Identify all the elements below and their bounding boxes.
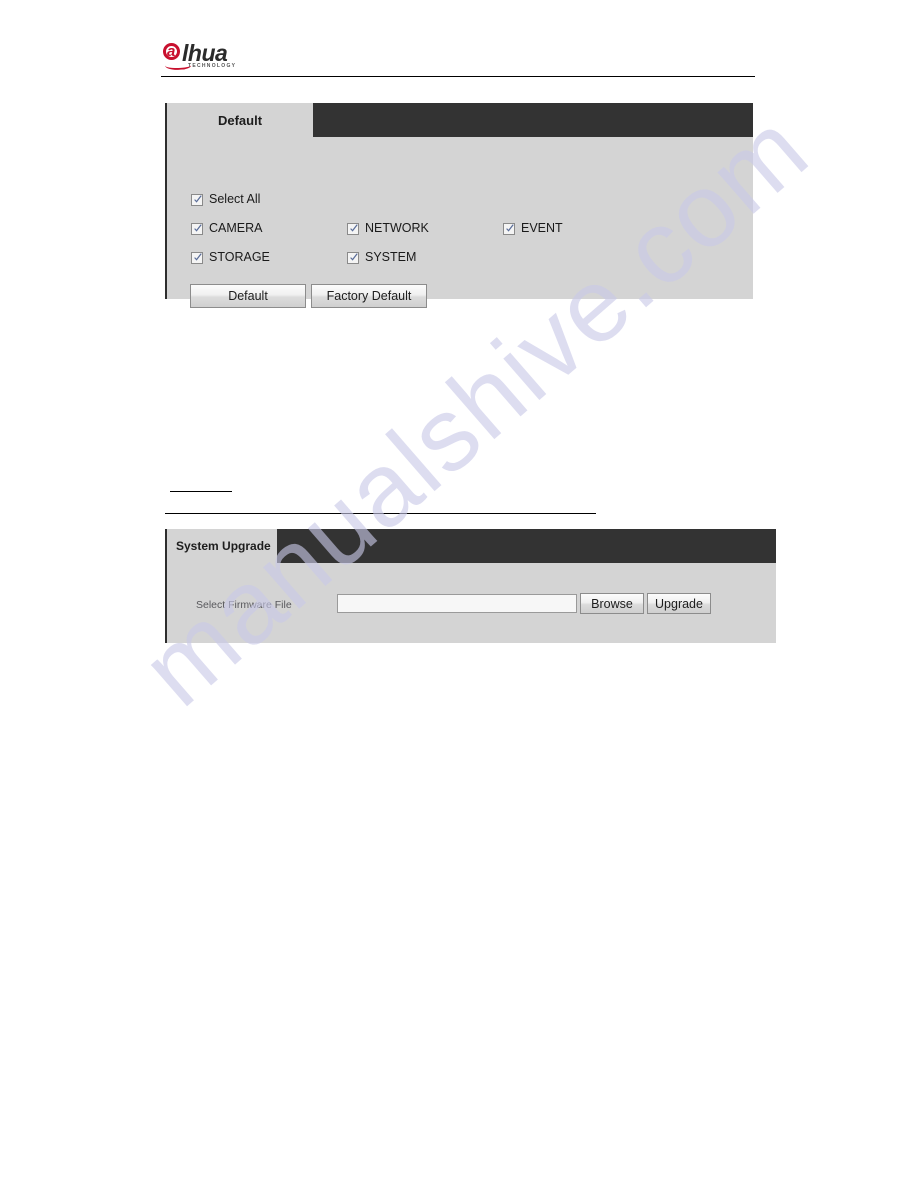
browse-button[interactable]: Browse bbox=[580, 593, 644, 614]
default-button[interactable]: Default bbox=[190, 284, 306, 308]
default-panel-tabbar: Default bbox=[167, 103, 753, 137]
factory-default-button[interactable]: Factory Default bbox=[311, 284, 427, 308]
firmware-file-label: Select Firmware File bbox=[196, 599, 292, 611]
logo-letter-a: a bbox=[167, 43, 176, 60]
checkbox-label: STORAGE bbox=[209, 250, 270, 264]
firmware-file-input[interactable] bbox=[337, 594, 577, 613]
checkbox-camera[interactable]: CAMERA bbox=[191, 222, 262, 235]
checkbox-storage[interactable]: STORAGE bbox=[191, 251, 270, 264]
upgrade-panel-tabbar: System Upgrade bbox=[167, 529, 776, 563]
header-divider bbox=[161, 76, 755, 77]
page-header: a lhua TECHNOLOGY bbox=[0, 0, 918, 90]
upgrade-panel-body: Select Firmware File Browse Upgrade bbox=[167, 563, 776, 643]
section-divider-short bbox=[170, 491, 232, 492]
system-upgrade-panel: System Upgrade Select Firmware File Brow… bbox=[165, 529, 776, 643]
checkbox-label: SYSTEM bbox=[365, 250, 417, 264]
checkbox-network[interactable]: NETWORK bbox=[347, 222, 429, 235]
checkbox-label: NETWORK bbox=[365, 221, 429, 235]
checkbox-event[interactable]: EVENT bbox=[503, 222, 563, 235]
dahua-logo: a lhua TECHNOLOGY bbox=[163, 42, 235, 72]
section-divider-long bbox=[165, 513, 596, 514]
checkbox-label: Select All bbox=[209, 192, 261, 206]
checkbox-select-all[interactable]: Select All bbox=[191, 193, 260, 206]
checkbox-system[interactable]: SYSTEM bbox=[347, 251, 416, 264]
checkmark-icon bbox=[191, 251, 203, 264]
tab-default[interactable]: Default bbox=[167, 103, 313, 137]
logo-tagline: TECHNOLOGY bbox=[188, 63, 237, 69]
tab-system-upgrade[interactable]: System Upgrade bbox=[167, 529, 277, 563]
checkmark-icon bbox=[347, 251, 359, 264]
checkbox-label: EVENT bbox=[521, 221, 563, 235]
checkmark-icon bbox=[347, 222, 359, 235]
checkbox-label: CAMERA bbox=[209, 221, 263, 235]
upgrade-button[interactable]: Upgrade bbox=[647, 593, 711, 614]
checkmark-icon bbox=[503, 222, 515, 235]
default-panel-body: Select All CAMERA NETWORK EVENT STORAGE … bbox=[167, 137, 753, 308]
checkmark-icon bbox=[191, 222, 203, 235]
checkmark-icon bbox=[191, 193, 203, 206]
default-settings-panel: Default Select All CAMERA NETWORK EVENT … bbox=[165, 103, 753, 308]
